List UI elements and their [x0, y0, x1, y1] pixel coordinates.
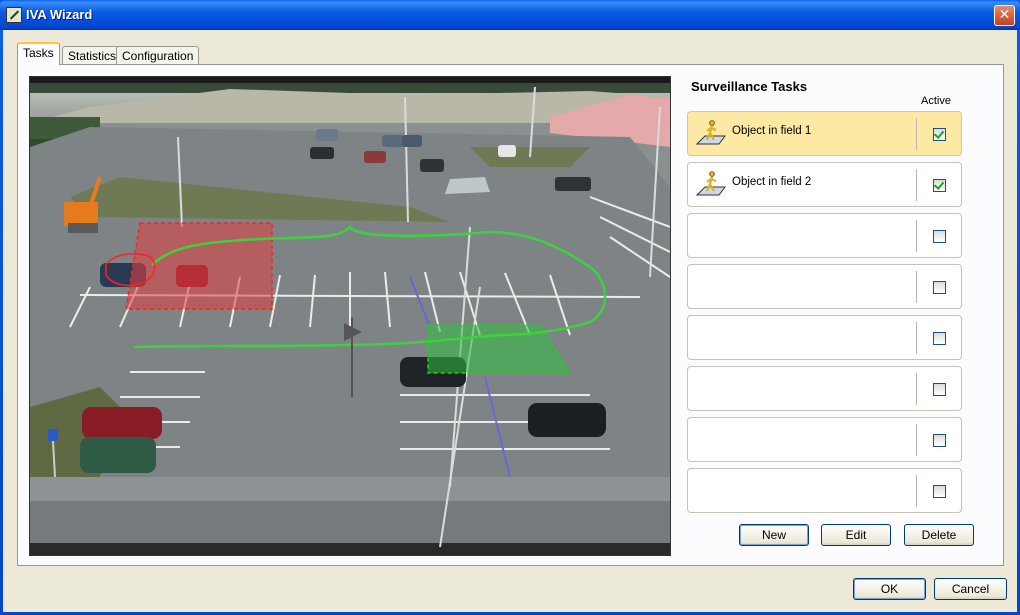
window-title: IVA Wizard — [26, 7, 93, 22]
row-divider — [916, 169, 917, 201]
task-6-active-checkbox[interactable] — [933, 383, 946, 396]
close-button[interactable]: ✕ — [994, 5, 1015, 26]
row-divider — [916, 424, 917, 456]
row-divider — [916, 322, 917, 354]
camera-scene — [30, 77, 670, 555]
row-divider — [916, 373, 917, 405]
delete-task-button[interactable]: Delete — [904, 524, 974, 546]
task-row-1[interactable]: Object in field 1 — [687, 111, 962, 156]
tab-tasks[interactable]: Tasks — [17, 42, 60, 65]
task-4-active-checkbox[interactable] — [933, 281, 946, 294]
title-bar[interactable]: IVA Wizard ✕ — [0, 0, 1020, 30]
task-1-active-checkbox[interactable] — [933, 128, 946, 141]
tab-statistics[interactable]: Statistics — [62, 46, 123, 64]
dialog-client-area: Tasks Statistics Configuration Surveilla… — [3, 30, 1017, 612]
camera-video-view[interactable] — [29, 76, 671, 556]
task-row-4[interactable] — [687, 264, 962, 309]
new-task-button[interactable]: New — [739, 524, 809, 546]
active-column-header: Active — [921, 95, 951, 107]
row-divider — [916, 118, 917, 150]
row-divider — [916, 271, 917, 303]
ok-button[interactable]: OK — [853, 578, 926, 600]
task-7-active-checkbox[interactable] — [933, 434, 946, 447]
task-row-8[interactable] — [687, 468, 962, 513]
person-in-field-icon — [695, 171, 726, 196]
row-divider — [916, 220, 917, 252]
task-row-5[interactable] — [687, 315, 962, 360]
surveillance-tasks-title: Surveillance Tasks — [691, 79, 808, 94]
edit-task-button[interactable]: Edit — [821, 524, 891, 546]
task-row-6[interactable] — [687, 366, 962, 411]
cancel-button[interactable]: Cancel — [934, 578, 1007, 600]
task-label: Object in field 1 — [732, 125, 812, 137]
wizard-app-icon — [6, 7, 22, 23]
task-row-7[interactable] — [687, 417, 962, 462]
task-2-active-checkbox[interactable] — [933, 179, 946, 192]
task-row-2[interactable]: Object in field 2 — [687, 162, 962, 207]
person-in-field-icon — [695, 120, 726, 145]
iva-wizard-window: IVA Wizard ✕ Tasks Statistics Configurat… — [0, 0, 1020, 615]
task-row-3[interactable] — [687, 213, 962, 258]
row-divider — [916, 475, 917, 507]
check-mark-icon — [933, 179, 945, 190]
check-mark-icon — [933, 128, 945, 139]
tab-configuration[interactable]: Configuration — [116, 46, 200, 64]
task-8-active-checkbox[interactable] — [933, 485, 946, 498]
task-label: Object in field 2 — [732, 176, 812, 188]
task-3-active-checkbox[interactable] — [933, 230, 946, 243]
task-5-active-checkbox[interactable] — [933, 332, 946, 345]
